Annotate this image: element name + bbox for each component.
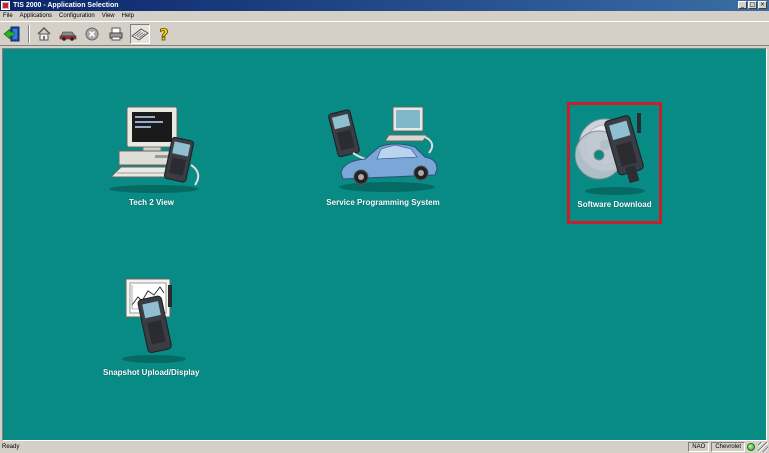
maximize-button[interactable]: □ [748, 1, 757, 9]
app-label: Software Download [577, 200, 652, 209]
window-controls: _ □ × [738, 1, 767, 9]
status-bar: Ready NAO Chevrolet [0, 441, 769, 453]
make-panel: Chevrolet [711, 442, 745, 452]
minimize-button[interactable]: _ [738, 1, 747, 9]
app-service-programming-system[interactable]: Service Programming System [325, 103, 441, 207]
keyboard-button[interactable] [130, 23, 150, 44]
vehicle-icon [59, 31, 77, 41]
toolbar-separator [28, 24, 30, 43]
menu-file[interactable]: File [3, 13, 13, 19]
status-text: Ready [2, 444, 20, 450]
resize-grip-icon[interactable] [758, 442, 768, 452]
window-title: TIS 2000 - Application Selection [13, 2, 119, 9]
print-icon [109, 27, 123, 40]
help-glyph: ? [159, 25, 168, 43]
connection-status-icon [747, 443, 755, 451]
app-software-download[interactable]: Software Download [571, 105, 658, 209]
keyboard-icon [131, 28, 149, 40]
help-icon: ? [159, 25, 169, 43]
app-label: Snapshot Upload/Display [103, 368, 200, 377]
application-selection-area: Tech 2 View Service Programming System S… [2, 48, 767, 441]
software-download-icon [574, 113, 645, 195]
home-button[interactable] [34, 24, 54, 44]
menu-help[interactable]: Help [122, 13, 134, 19]
exit-icon [3, 26, 20, 41]
app-logo-icon[interactable] [1, 1, 10, 10]
menu-configuration[interactable]: Configuration [59, 13, 95, 19]
menu-view[interactable]: View [102, 13, 115, 19]
home-icon [37, 26, 51, 40]
app-label: Tech 2 View [128, 198, 175, 207]
tech2-view-icon [109, 106, 200, 193]
print-button[interactable] [106, 24, 126, 44]
region-panel: NAO [688, 442, 710, 452]
help-button[interactable]: ? [154, 24, 174, 44]
snapshot-icon [122, 278, 187, 363]
app-snapshot-upload-display[interactable]: Snapshot Upload/Display [103, 275, 199, 377]
close-button[interactable]: × [758, 1, 767, 9]
stop-button[interactable] [82, 24, 102, 44]
menu-bar: File Applications Configuration View Hel… [0, 11, 769, 21]
service-programming-icon [328, 106, 438, 192]
app-label: Service Programming System [326, 198, 440, 207]
exit-button[interactable] [2, 24, 22, 44]
app-tech2-view[interactable]: Tech 2 View [99, 103, 204, 207]
vehicle-button[interactable] [58, 24, 78, 44]
stop-icon [85, 27, 99, 40]
menu-applications[interactable]: Applications [20, 13, 52, 19]
toolbar: ? [0, 21, 769, 46]
title-bar[interactable]: TIS 2000 - Application Selection _ □ × [0, 0, 769, 11]
